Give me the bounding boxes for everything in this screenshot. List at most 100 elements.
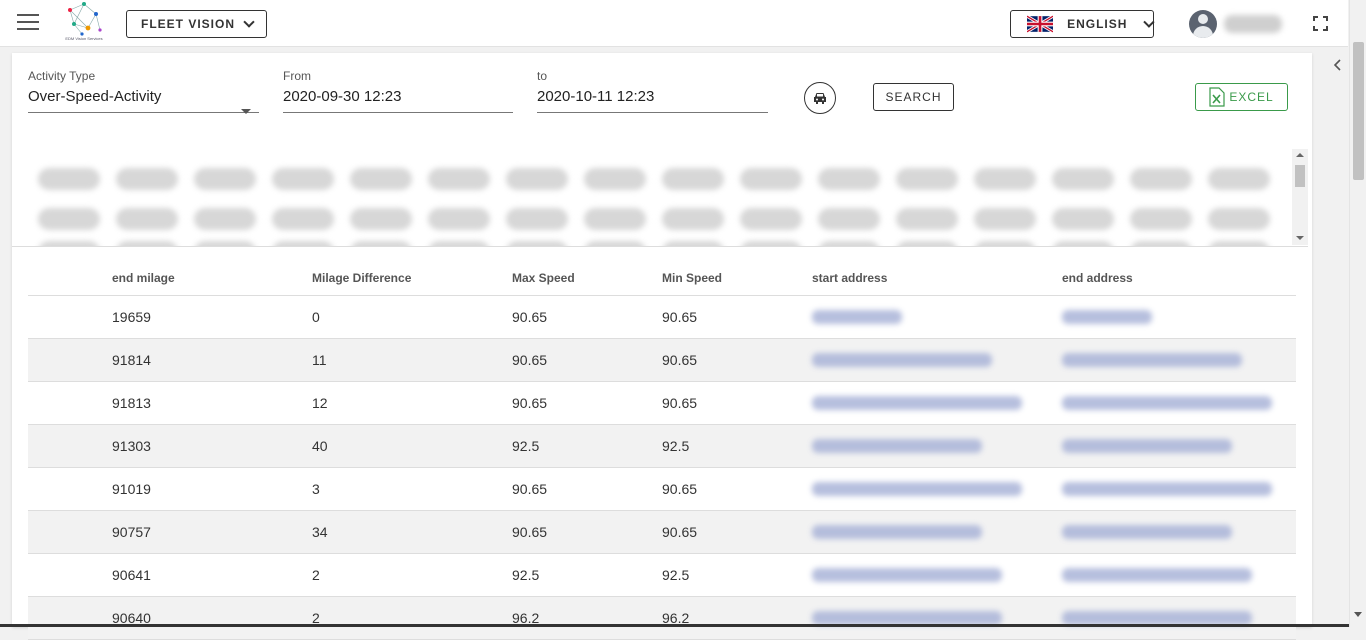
vehicle-chip[interactable] xyxy=(116,168,178,190)
vehicle-chip[interactable] xyxy=(1208,241,1270,246)
vehicle-chip[interactable] xyxy=(974,241,1036,246)
table-row[interactable]: 91019 3 90.65 90.65 xyxy=(28,468,1296,511)
table-cell: 40 xyxy=(312,438,328,454)
vehicle-chip[interactable] xyxy=(896,241,958,246)
vehicle-chip[interactable] xyxy=(1208,208,1270,230)
uk-flag-icon xyxy=(1027,15,1054,33)
vehicle-chip[interactable] xyxy=(740,168,802,190)
table-row[interactable]: 90640 2 96.2 96.2 xyxy=(28,597,1296,640)
vehicle-select-button[interactable] xyxy=(804,82,836,114)
column-header[interactable]: end milage xyxy=(112,271,175,285)
table-cell: 91303 xyxy=(112,438,151,454)
search-button[interactable]: SEARCH xyxy=(873,83,954,111)
scroll-down-icon[interactable] xyxy=(1296,236,1304,240)
column-header[interactable]: start address xyxy=(812,271,887,285)
end-address-blurred xyxy=(1062,353,1242,367)
vehicle-chip[interactable] xyxy=(506,241,568,246)
from-label: From xyxy=(283,69,311,83)
vehicle-chip[interactable] xyxy=(194,208,256,230)
vehicle-chip[interactable] xyxy=(116,208,178,230)
vehicle-chip[interactable] xyxy=(1130,168,1192,190)
vehicle-chip[interactable] xyxy=(194,168,256,190)
activity-type-value[interactable]: Over-Speed-Activity xyxy=(28,88,259,113)
vehicle-chip[interactable] xyxy=(1052,241,1114,246)
vehicle-chip[interactable] xyxy=(818,241,880,246)
table-row[interactable]: 90641 2 92.5 92.5 xyxy=(28,554,1296,597)
vehicle-chip[interactable] xyxy=(584,168,646,190)
vehicle-chip[interactable] xyxy=(740,241,802,246)
language-dropdown-button[interactable]: ENGLISH xyxy=(1010,10,1155,38)
vehicle-chip[interactable] xyxy=(1130,208,1192,230)
vehicle-chip[interactable] xyxy=(662,168,724,190)
scrollbar-thumb[interactable] xyxy=(1295,165,1305,187)
table-cell: 90.65 xyxy=(512,524,548,540)
end-address-blurred xyxy=(1062,525,1232,539)
vehicle-chip[interactable] xyxy=(350,208,412,230)
from-date-field[interactable]: From 2020-09-30 12:23 xyxy=(283,69,513,113)
vehicle-chip[interactable] xyxy=(662,241,724,246)
table-cell: 90641 xyxy=(112,567,151,583)
table-cell: 19659 xyxy=(112,309,151,325)
column-header[interactable]: Milage Difference xyxy=(312,271,411,285)
fullscreen-icon[interactable] xyxy=(1313,16,1328,31)
from-date-value[interactable]: 2020-09-30 12:23 xyxy=(283,88,513,113)
vehicle-chip[interactable] xyxy=(116,241,178,246)
column-header[interactable]: Max Speed xyxy=(512,271,575,285)
vehicle-chip[interactable] xyxy=(584,208,646,230)
vehicle-chip[interactable] xyxy=(428,208,490,230)
vehicle-chip[interactable] xyxy=(740,208,802,230)
end-address-blurred xyxy=(1062,439,1232,453)
product-dropdown-button[interactable]: FLEET VISION xyxy=(126,10,267,38)
scroll-down-icon[interactable] xyxy=(1354,612,1362,617)
vehicle-chip[interactable] xyxy=(272,208,334,230)
vehicle-chip[interactable] xyxy=(662,208,724,230)
vehicle-chip[interactable] xyxy=(428,241,490,246)
page-scrollbar[interactable] xyxy=(1349,0,1366,627)
chevron-down-icon xyxy=(1143,16,1155,28)
activity-type-select[interactable]: Activity Type Over-Speed-Activity xyxy=(28,69,259,114)
chevron-left-icon[interactable] xyxy=(1332,58,1344,72)
vehicle-chip[interactable] xyxy=(506,208,568,230)
vehicle-chip[interactable] xyxy=(272,168,334,190)
vehicle-chip[interactable] xyxy=(272,241,334,246)
chip-list-scrollbar[interactable] xyxy=(1292,149,1308,245)
table-row[interactable]: 91303 40 92.5 92.5 xyxy=(28,425,1296,468)
vehicle-chip[interactable] xyxy=(350,168,412,190)
vehicle-chip[interactable] xyxy=(506,168,568,190)
column-header[interactable]: end address xyxy=(1062,271,1133,285)
vehicle-chip[interactable] xyxy=(896,208,958,230)
scrollbar-thumb[interactable] xyxy=(1353,42,1364,180)
user-name-blurred[interactable] xyxy=(1224,15,1282,33)
hamburger-menu-icon[interactable] xyxy=(17,14,39,32)
vehicle-chip[interactable] xyxy=(1052,208,1114,230)
scroll-up-icon[interactable] xyxy=(1296,153,1304,157)
vehicle-chip[interactable] xyxy=(974,208,1036,230)
to-date-value[interactable]: 2020-10-11 12:23 xyxy=(537,88,768,113)
user-avatar-icon[interactable] xyxy=(1189,10,1217,38)
excel-export-button[interactable]: EXCEL xyxy=(1195,83,1288,111)
table-row[interactable]: 91813 12 90.65 90.65 xyxy=(28,382,1296,425)
table-row[interactable]: 91814 11 90.65 90.65 xyxy=(28,339,1296,382)
vehicle-chip[interactable] xyxy=(1052,168,1114,190)
vehicle-chip[interactable] xyxy=(38,241,100,246)
vehicle-chip[interactable] xyxy=(38,168,100,190)
end-address-blurred xyxy=(1062,396,1272,410)
dropdown-caret-icon[interactable] xyxy=(241,109,251,114)
vehicle-chip[interactable] xyxy=(584,241,646,246)
table-row[interactable]: 19659 0 90.65 90.65 xyxy=(28,296,1296,339)
activity-report-card: Activity Type Over-Speed-Activity From 2… xyxy=(12,53,1312,640)
vehicle-chip[interactable] xyxy=(1208,168,1270,190)
vehicle-chip[interactable] xyxy=(896,168,958,190)
vehicle-chip[interactable] xyxy=(1130,241,1192,246)
vehicle-chip[interactable] xyxy=(974,168,1036,190)
column-header[interactable]: Min Speed xyxy=(662,271,722,285)
table-row[interactable]: 90757 34 90.65 90.65 xyxy=(28,511,1296,554)
vehicle-chip[interactable] xyxy=(38,208,100,230)
vehicle-chip[interactable] xyxy=(428,168,490,190)
vehicle-chip[interactable] xyxy=(818,208,880,230)
activity-table: end milage Milage Difference Max Speed M… xyxy=(28,261,1296,640)
vehicle-chip[interactable] xyxy=(350,241,412,246)
vehicle-chip[interactable] xyxy=(818,168,880,190)
vehicle-chip[interactable] xyxy=(194,241,256,246)
to-date-field[interactable]: to 2020-10-11 12:23 xyxy=(537,69,768,113)
